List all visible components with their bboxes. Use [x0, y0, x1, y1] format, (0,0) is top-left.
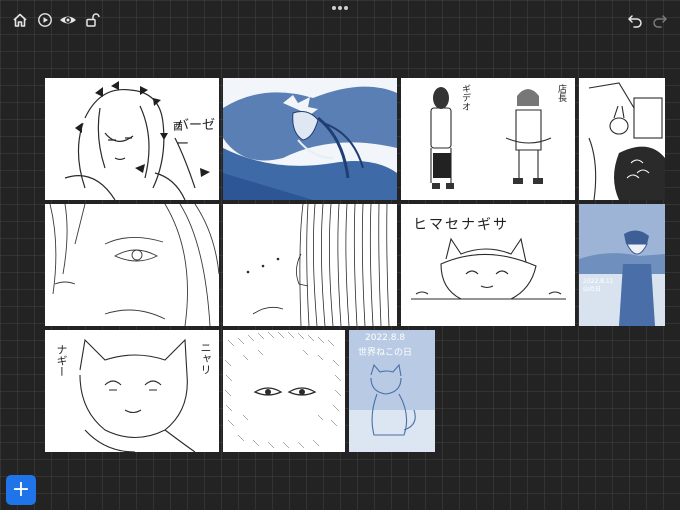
artwork-thumbnail[interactable] — [223, 330, 345, 452]
artwork-caption: ヒマセナギサ — [413, 217, 509, 233]
add-artwork-button[interactable]: + — [6, 475, 36, 505]
sketch-drawing — [430, 87, 552, 189]
sketch-drawing — [223, 86, 397, 200]
sketch-drawing — [246, 204, 390, 326]
artwork-thumbnail[interactable] — [579, 78, 665, 200]
sketch-drawing — [49, 204, 219, 326]
artwork-thumbnail[interactable]: 2022.8.8 世界ねこの日 — [349, 330, 435, 452]
artwork-caption: ナギー — [55, 344, 68, 377]
sketch-drawing — [588, 82, 665, 200]
artwork-thumbnail[interactable]: 酉 バーゼー — [45, 78, 219, 200]
artwork-thumbnail[interactable]: ギデオ 店長 — [401, 78, 575, 200]
sketch-drawing — [579, 204, 665, 326]
artwork-caption: 2022.8.8 — [365, 333, 406, 343]
artwork-caption: バーゼー — [176, 118, 216, 152]
artwork-thumbnail[interactable] — [223, 78, 397, 200]
plus-icon: + — [11, 477, 31, 502]
artwork-caption: 店長 — [556, 84, 566, 102]
artwork-thumbnail[interactable] — [45, 204, 219, 326]
sketch-drawing — [79, 338, 196, 452]
artwork-thumbnail[interactable]: ナギー ニャリ — [45, 330, 219, 452]
artwork-gallery: 酉 バーゼー ギデオ 店長 ヒマセナギサ 2022.8.11 山の日 ナギー ニ… — [0, 0, 680, 510]
artwork-thumbnail[interactable]: 2022.8.11 山の日 — [579, 204, 665, 326]
sketch-drawing — [224, 331, 342, 449]
artwork-caption: 2022.8.11 山の日 — [583, 278, 614, 293]
artwork-thumbnail[interactable] — [223, 204, 397, 326]
artwork-caption: ニャリ — [199, 342, 212, 375]
artwork-caption: ギデオ — [460, 84, 470, 111]
artwork-thumbnail[interactable]: ヒマセナギサ — [401, 204, 575, 326]
artwork-caption: 世界ねこの日 — [358, 348, 413, 358]
